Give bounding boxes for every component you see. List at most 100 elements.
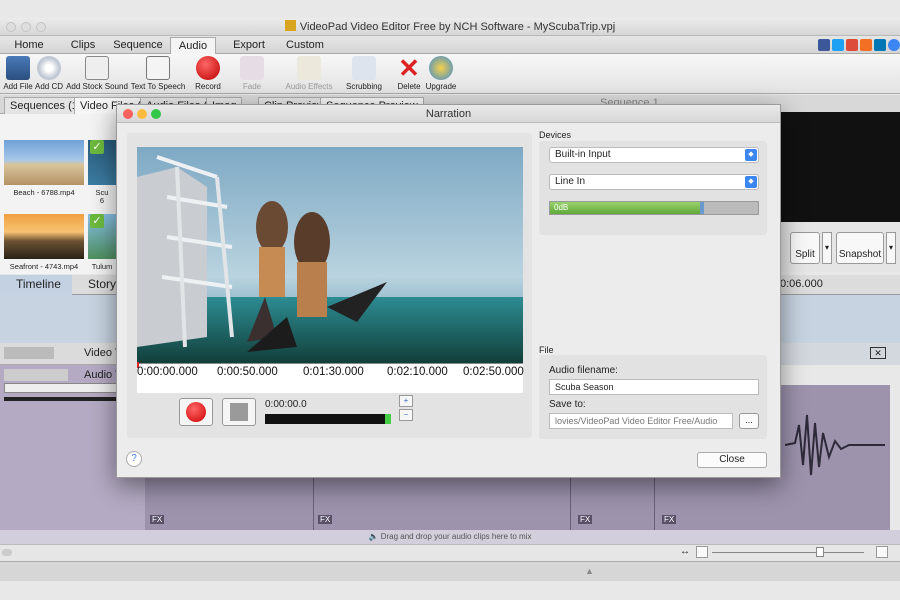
split-dropdown-chevron-icon[interactable]: ▾	[822, 232, 832, 264]
clip-thumbnail[interactable]	[4, 214, 84, 259]
audio-effects-button[interactable]: Audio Effects	[280, 56, 338, 91]
file-heading: File	[539, 345, 554, 355]
audio-volume-slider[interactable]	[4, 383, 134, 393]
snapshot-dropdown-chevron-icon[interactable]: ▾	[886, 232, 896, 264]
level-label: 0dB	[554, 203, 569, 212]
ruler-label: 0:01:30.000	[303, 366, 364, 378]
linkedin-icon[interactable]	[874, 39, 886, 51]
stock-sound-icon	[85, 56, 109, 80]
add-cd-label: Add CD	[34, 82, 63, 91]
add-stock-label: Add Stock Sound	[66, 82, 128, 91]
audio-mix-drop-zone[interactable]: 🔈 Drag and drop your audio clips here to…	[0, 530, 900, 544]
snapshot-label: Snapshot	[838, 249, 882, 260]
stop-recording-button[interactable]	[222, 398, 256, 426]
toolbar: Add File Add CD Add Stock Sound Text To …	[0, 54, 900, 94]
clip-boundary	[313, 470, 314, 530]
audio-track-controls[interactable]	[4, 369, 68, 381]
tab-sequence[interactable]: Sequence	[110, 37, 166, 54]
record-button[interactable]: Record	[188, 56, 228, 91]
cd-icon	[37, 56, 61, 80]
scrubbing-button[interactable]: Scrubbing	[342, 56, 386, 91]
narration-timeline[interactable]: 0:00:00.000 0:00:50.000 0:01:30.000 0:02…	[137, 362, 524, 393]
dialog-close-icon[interactable]	[123, 109, 133, 119]
text-to-speech-button[interactable]: Text To Speech	[130, 56, 186, 91]
delete-icon: ✕	[398, 53, 420, 83]
add-cd-button[interactable]: Add CD	[34, 56, 64, 91]
delete-button[interactable]: ✕ Delete	[392, 53, 426, 91]
scrubbing-icon	[352, 56, 376, 80]
upgrade-button[interactable]: Upgrade	[424, 56, 458, 91]
zoom-slider[interactable]	[712, 552, 864, 553]
audio-filename-input[interactable]: Scuba Season	[549, 379, 759, 395]
close-window-button[interactable]	[6, 22, 16, 32]
dialog-minimize-icon[interactable]	[137, 109, 147, 119]
collapse-icon[interactable]: ✕	[870, 347, 886, 359]
zoom-out-icon[interactable]	[696, 546, 708, 558]
checkmark-icon: ✓	[90, 214, 104, 228]
add-file-icon	[6, 56, 30, 80]
browse-button[interactable]: ...	[739, 413, 759, 429]
video-track-controls[interactable]	[4, 347, 54, 359]
zoom-in-icon[interactable]	[876, 546, 888, 558]
window-titlebar: VideoPad Video Editor Free by NCH Softwa…	[0, 18, 900, 36]
preview-tools: Split ▾ Snapshot ▾	[780, 222, 900, 272]
status-bar: ▲	[0, 561, 900, 581]
close-button[interactable]: Close	[697, 452, 767, 468]
help-button[interactable]: ?	[126, 451, 142, 467]
app-icon	[284, 20, 296, 31]
record-icon	[186, 402, 206, 422]
google-plus-icon[interactable]	[846, 39, 858, 51]
fx-badge[interactable]: FX	[578, 515, 593, 524]
timeline-ruler-time: 0:06.000	[780, 278, 823, 290]
add-stock-sound-button[interactable]: Add Stock Sound	[64, 56, 130, 91]
help-icon[interactable]	[888, 39, 900, 51]
split-button[interactable]: Split	[790, 232, 820, 264]
rss-icon[interactable]	[860, 39, 872, 51]
speaker-icon: 🔈	[368, 532, 381, 541]
minimize-window-button[interactable]	[21, 22, 31, 32]
split-label: Split	[795, 249, 815, 260]
media-bin: Beach - 6788.mp4 ✓ Scu 6 Seafront - 4743…	[0, 114, 130, 274]
zoom-window-button[interactable]	[36, 22, 46, 32]
zoom-in-icon[interactable]: +	[399, 395, 413, 407]
tab-clips[interactable]: Clips	[64, 37, 102, 54]
devices-heading: Devices	[539, 130, 572, 140]
ribbon-tabs: Home Clips Sequence Audio Export Custom	[0, 36, 900, 54]
fx-badge[interactable]: FX	[318, 515, 333, 524]
start-recording-button[interactable]	[179, 398, 213, 426]
twitter-icon[interactable]	[832, 39, 844, 51]
audio-effects-icon	[297, 56, 321, 80]
fade-button[interactable]: Fade	[234, 56, 270, 91]
dialog-zoom-icon[interactable]	[151, 109, 161, 119]
collapse-panel-icon[interactable]: ▲	[585, 566, 594, 576]
fx-badge[interactable]: FX	[150, 515, 165, 524]
ruler-label: 0:02:10.000	[387, 366, 448, 378]
snapshot-button[interactable]: Snapshot	[836, 232, 884, 264]
recording-panel: 0:00:00.000 0:00:50.000 0:01:30.000 0:02…	[127, 133, 532, 438]
video-frame-image	[137, 147, 523, 363]
facebook-icon[interactable]	[818, 39, 830, 51]
fx-badge[interactable]: FX	[662, 515, 677, 524]
input-device-select[interactable]: Built-in Input ◆	[549, 147, 759, 163]
file-box: Audio filename: Scuba Season Save to: lo…	[539, 355, 767, 439]
tab-home[interactable]: Home	[2, 37, 56, 54]
select-chevron-icon: ◆	[745, 176, 757, 188]
input-channel-select[interactable]: Line In ◆	[549, 174, 759, 190]
drop-hint: Drag and drop your audio clips here to m…	[380, 532, 532, 541]
narration-dialog: Narration 0:00:00.000 0:00:50.000 0:01:3…	[116, 104, 781, 478]
zoom-out-icon[interactable]: −	[399, 409, 413, 421]
tab-timeline[interactable]: Timeline	[0, 275, 72, 295]
tab-export[interactable]: Export	[226, 37, 272, 54]
clip-thumbnail[interactable]	[4, 140, 84, 185]
tab-audio[interactable]: Audio	[170, 37, 216, 54]
ruler-label: 0:00:50.000	[217, 366, 278, 378]
save-to-input[interactable]: lovies/VideoPad Video Editor Free/Audio	[549, 413, 733, 429]
fit-icon[interactable]: ↔	[680, 546, 690, 557]
tts-label: Text To Speech	[130, 82, 186, 91]
scroll-thumb[interactable]	[2, 549, 12, 556]
input-device-value: Built-in Input	[555, 149, 611, 160]
tab-custom[interactable]: Custom	[280, 37, 330, 54]
add-file-button[interactable]: Add File	[2, 56, 34, 91]
record-label: Record	[195, 82, 221, 91]
zoom-slider-handle[interactable]	[816, 547, 824, 557]
